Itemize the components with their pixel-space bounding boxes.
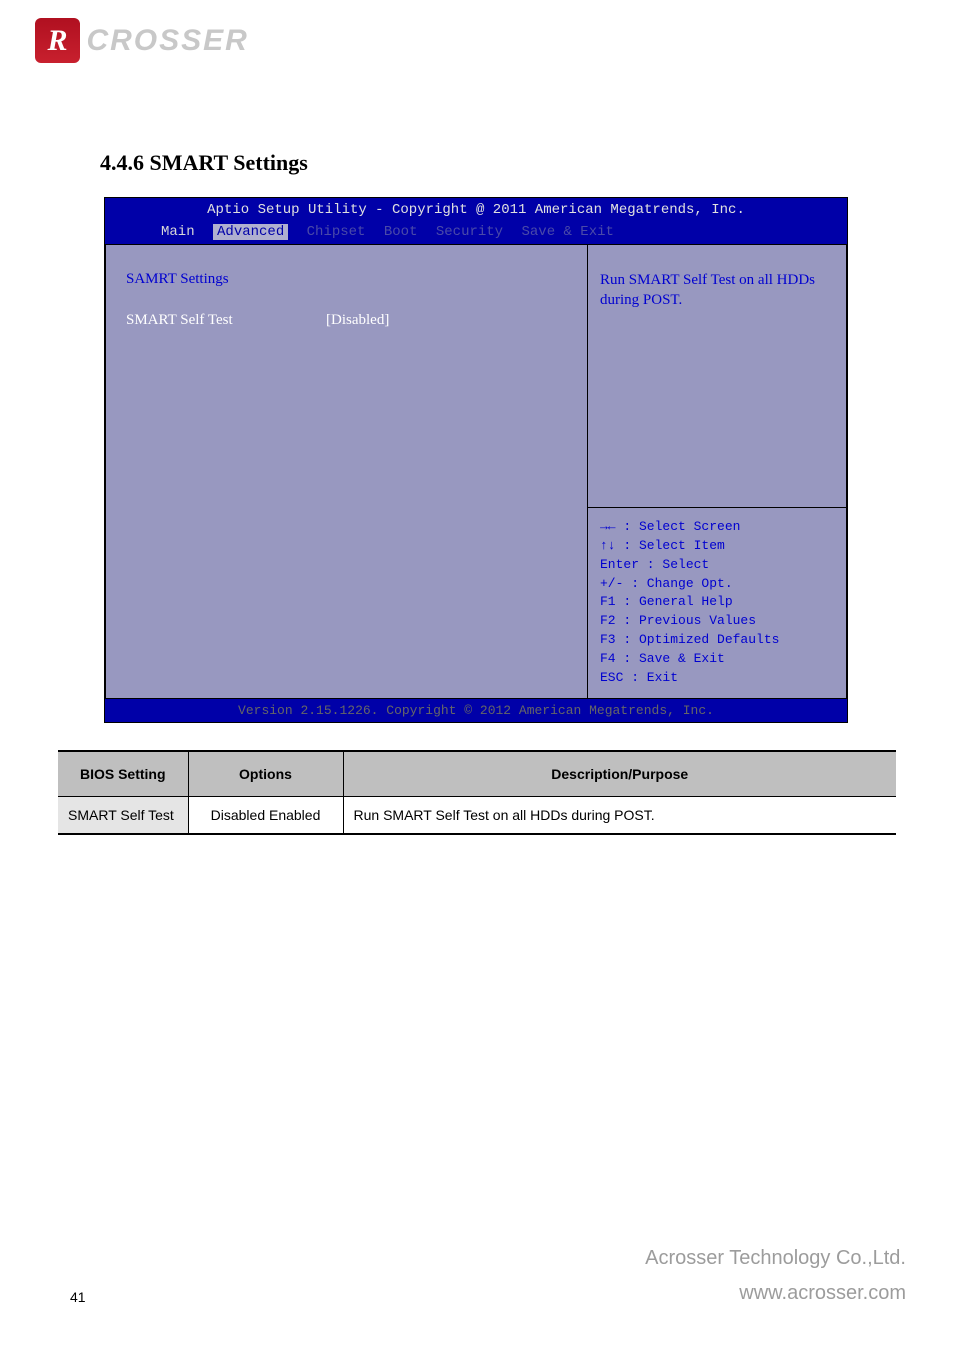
help-key-line: →← : Select Screen <box>600 518 834 537</box>
th-description: Description/Purpose <box>343 751 896 797</box>
menu-chipset: Chipset <box>307 224 366 240</box>
help-key-line: F4 : Save & Exit <box>600 650 834 669</box>
bios-left-panel: SAMRT Settings SMART Self Test [Disabled… <box>105 244 587 699</box>
bios-right-panel: Run SMART Self Test on all HDDs during P… <box>587 244 847 699</box>
menu-boot: Boot <box>384 224 418 240</box>
help-description: Run SMART Self Test on all HDDs during P… <box>588 245 846 508</box>
cell-setting: SMART Self Test <box>58 797 188 835</box>
menu-save-exit: Save & Exit <box>522 224 614 240</box>
help-key-line: ↑↓ : Select Item <box>600 537 834 556</box>
help-key-line: F2 : Previous Values <box>600 612 834 631</box>
cell-description: Run SMART Self Test on all HDDs during P… <box>343 797 896 835</box>
parameter-table: BIOS Setting Options Description/Purpose… <box>58 750 896 835</box>
footer-company: Acrosser Technology Co.,Ltd. <box>645 1247 906 1270</box>
logo-text: CROSSER <box>86 24 248 58</box>
help-keys: →← : Select Screen ↑↓ : Select Item Ente… <box>588 508 846 698</box>
setting-value: [Disabled] <box>326 312 389 329</box>
th-setting: BIOS Setting <box>58 751 188 797</box>
bios-footer: Version 2.15.1226. Copyright © 2012 Amer… <box>105 699 847 722</box>
bios-screenshot: Aptio Setup Utility - Copyright @ 2011 A… <box>104 197 848 723</box>
menu-main: Main <box>161 224 195 240</box>
menu-advanced: Advanced <box>213 224 288 240</box>
logo-icon: R <box>35 18 80 63</box>
table-header-row: BIOS Setting Options Description/Purpose <box>58 751 896 797</box>
help-key-line: F3 : Optimized Defaults <box>600 631 834 650</box>
page-number: 41 <box>70 1289 86 1305</box>
help-key-line: +/- : Change Opt. <box>600 575 834 594</box>
cell-options: Disabled Enabled <box>188 797 343 835</box>
bios-menubar: Main Advanced Chipset Boot Security Save… <box>105 222 847 244</box>
footer-url: www.acrosser.com <box>739 1282 906 1305</box>
help-key-line: ESC : Exit <box>600 669 834 688</box>
menu-security: Security <box>436 224 503 240</box>
th-options: Options <box>188 751 343 797</box>
bios-body: SAMRT Settings SMART Self Test [Disabled… <box>105 244 847 699</box>
section-title: 4.4.6 SMART Settings <box>100 150 308 176</box>
setting-label: SMART Self Test <box>126 312 326 329</box>
table-row: SMART Self Test Disabled Enabled Run SMA… <box>58 797 896 835</box>
help-key-line: F1 : General Help <box>600 593 834 612</box>
settings-heading: SAMRT Settings <box>126 271 567 288</box>
setting-row: SMART Self Test [Disabled] <box>126 312 567 329</box>
bios-header: Aptio Setup Utility - Copyright @ 2011 A… <box>105 198 847 222</box>
help-key-line: Enter : Select <box>600 556 834 575</box>
brand-logo: R CROSSER <box>35 18 285 73</box>
